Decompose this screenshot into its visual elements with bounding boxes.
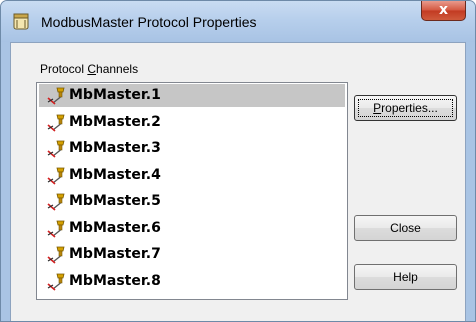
- close-button[interactable]: Close: [354, 215, 457, 241]
- list-item-label: MbMaster.6: [69, 219, 161, 236]
- channel-plug-icon: [47, 87, 65, 105]
- properties-button[interactable]: Properties...: [354, 95, 457, 121]
- list-item[interactable]: MbMaster.1: [39, 84, 345, 107]
- channel-plug-icon: [47, 167, 65, 185]
- help-button[interactable]: Help: [354, 264, 457, 290]
- list-item-label: MbMaster.4: [69, 166, 161, 183]
- protocol-channels-list[interactable]: MbMaster.1 MbMaster.2 MbMaster.3 MbMaster.4…: [36, 82, 348, 300]
- dialog-client-area: Protocol Channels MbMaster.1 MbMaster.2 Mb…: [10, 42, 466, 321]
- list-item-label: MbMaster.2: [69, 113, 161, 130]
- list-item[interactable]: MbMaster.2: [39, 111, 345, 134]
- protocol-channels-label: Protocol Channels: [40, 62, 139, 76]
- list-item-label: MbMaster.8: [69, 272, 161, 289]
- list-item-label: MbMaster.5: [69, 193, 161, 209]
- dialog-window: ModbusMaster Protocol Properties x Proto…: [0, 0, 476, 322]
- list-item[interactable]: MbMaster.4: [39, 164, 345, 187]
- list-item-label: MbMaster.7: [69, 246, 161, 262]
- list-item[interactable]: MbMaster.8: [39, 270, 345, 293]
- window-close-button[interactable]: x: [421, 1, 466, 21]
- list-item[interactable]: MbMaster.3: [39, 137, 345, 160]
- list-item-label: MbMaster.1: [69, 87, 161, 103]
- title-bar[interactable]: ModbusMaster Protocol Properties x: [1, 1, 475, 42]
- channel-plug-icon: [47, 220, 65, 238]
- window-title: ModbusMaster Protocol Properties: [41, 14, 257, 30]
- channel-plug-icon: [47, 273, 65, 291]
- app-icon: [13, 13, 29, 30]
- list-item[interactable]: MbMaster.6: [39, 217, 345, 240]
- list-item-label: MbMaster.3: [69, 140, 161, 156]
- channel-plug-icon: [47, 140, 65, 158]
- channel-plug-icon: [47, 193, 65, 211]
- channel-plug-icon: [47, 246, 65, 264]
- channel-plug-icon: [47, 114, 65, 132]
- list-item[interactable]: MbMaster.5: [39, 190, 345, 213]
- close-icon: x: [438, 2, 449, 18]
- list-item[interactable]: MbMaster.7: [39, 243, 345, 266]
